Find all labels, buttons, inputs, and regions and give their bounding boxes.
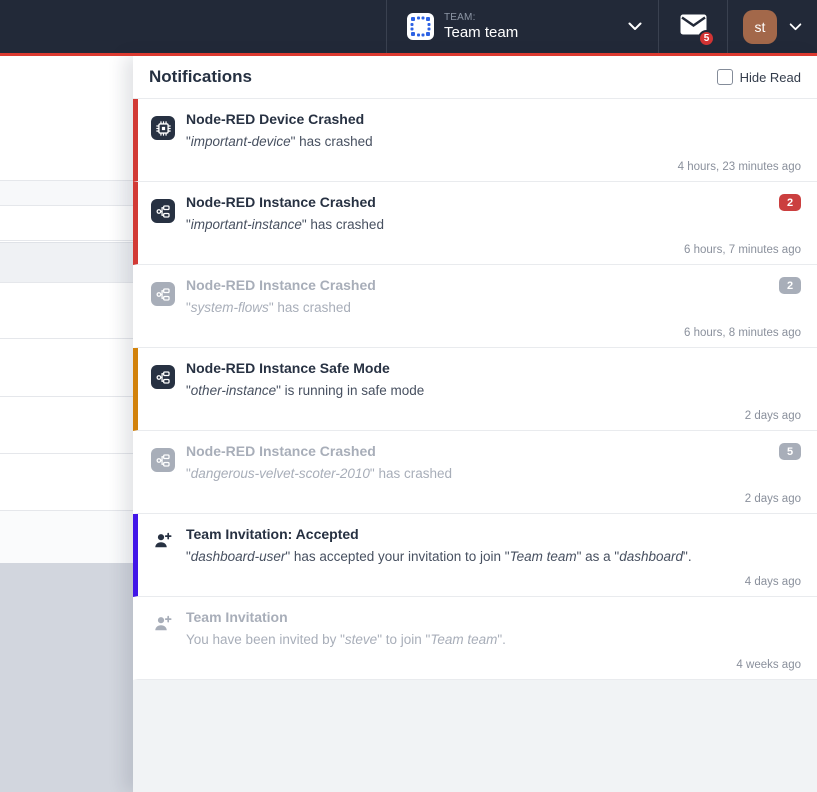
background-divider — [0, 396, 133, 397]
notification-message: "dashboard-user" has accepted your invit… — [186, 548, 801, 567]
notification-item[interactable]: Node-RED Instance Crashed "system-flows"… — [133, 265, 817, 348]
notification-message: "important-device" has crashed — [186, 133, 801, 152]
background-table-row — [0, 180, 133, 206]
notification-timestamp: 2 days ago — [151, 404, 801, 422]
notification-item[interactable]: Node-RED Instance Safe Mode "other-insta… — [133, 348, 817, 431]
notification-title: Node-RED Device Crashed — [186, 109, 801, 129]
background-overlay-block — [0, 563, 133, 792]
notification-item[interactable]: Team Invitation You have been invited by… — [133, 597, 817, 680]
team-avatar-icon — [407, 13, 434, 40]
notification-title: Node-RED Instance Safe Mode — [186, 358, 801, 378]
top-navbar: TEAM: Team team 5 st — [0, 0, 817, 53]
notification-message: "other-instance" is running in safe mode — [186, 382, 801, 401]
notification-item[interactable]: Node-RED Device Crashed "important-devic… — [133, 99, 817, 182]
panel-empty-area — [133, 680, 817, 792]
notification-timestamp: 6 hours, 7 minutes ago — [151, 238, 801, 256]
notification-message: "dangerous-velvet-scoter-2010" has crash… — [186, 465, 768, 484]
chevron-down-icon — [789, 23, 802, 31]
background-page — [0, 56, 133, 792]
notification-list: Node-RED Device Crashed "important-devic… — [133, 99, 817, 680]
notification-message: You have been invited by "steve" to join… — [186, 631, 801, 650]
notification-item[interactable]: Team Invitation: Accepted "dashboard-use… — [133, 514, 817, 597]
chevron-down-icon — [628, 22, 642, 31]
notification-timestamp: 4 days ago — [151, 570, 801, 588]
notification-item[interactable]: Node-RED Instance Crashed "dangerous-vel… — [133, 431, 817, 514]
notifications-panel: Notifications Hide Read — [133, 56, 817, 792]
notification-message: "important-instance" has crashed — [186, 216, 768, 235]
background-divider — [0, 453, 133, 454]
notification-icon — [151, 282, 175, 306]
notification-timestamp: 4 weeks ago — [151, 653, 801, 671]
notification-title: Node-RED Instance Crashed — [186, 441, 768, 461]
notifications-inbox-button[interactable]: 5 — [659, 0, 728, 53]
hide-read-label: Hide Read — [740, 70, 801, 85]
notification-title: Node-RED Instance Crashed — [186, 275, 768, 295]
background-divider — [0, 338, 133, 339]
notification-item[interactable]: Node-RED Instance Crashed "important-ins… — [133, 182, 817, 265]
notification-title: Team Invitation — [186, 607, 801, 627]
team-meta: TEAM: Team team — [444, 12, 618, 42]
navbar-spacer — [0, 0, 386, 53]
brand-red-line — [0, 53, 817, 56]
background-table-row — [0, 242, 133, 283]
user-menu[interactable]: st — [728, 0, 817, 53]
notification-icon — [151, 612, 175, 636]
hide-read-toggle[interactable]: Hide Read — [717, 69, 801, 85]
notification-icon — [151, 365, 175, 389]
page: TEAM: Team team 5 st — [0, 0, 817, 792]
background-divider — [0, 240, 133, 241]
notification-timestamp: 4 hours, 23 minutes ago — [151, 155, 801, 173]
notification-title: Team Invitation: Accepted — [186, 524, 801, 544]
hide-read-checkbox[interactable] — [717, 69, 733, 85]
notification-title: Node-RED Instance Crashed — [186, 192, 768, 212]
team-name: Team team — [444, 24, 618, 41]
team-label: TEAM: — [444, 12, 618, 24]
notification-timestamp: 2 days ago — [151, 487, 801, 505]
notifications-panel-header: Notifications Hide Read — [133, 56, 817, 99]
inbox-unread-count: 5 — [698, 30, 715, 47]
notification-icon — [151, 199, 175, 223]
background-table-row — [0, 510, 133, 563]
notification-icon — [151, 529, 175, 553]
notification-count-badge: 5 — [779, 443, 801, 460]
notification-icon — [151, 116, 175, 140]
panel-title: Notifications — [149, 67, 252, 87]
notification-count-badge: 2 — [779, 277, 801, 294]
notification-count-badge: 2 — [779, 194, 801, 211]
notification-message: "system-flows" has crashed — [186, 299, 768, 318]
team-selector[interactable]: TEAM: Team team — [386, 0, 659, 53]
user-avatar: st — [743, 10, 777, 44]
notification-icon — [151, 448, 175, 472]
notification-timestamp: 6 hours, 8 minutes ago — [151, 321, 801, 339]
